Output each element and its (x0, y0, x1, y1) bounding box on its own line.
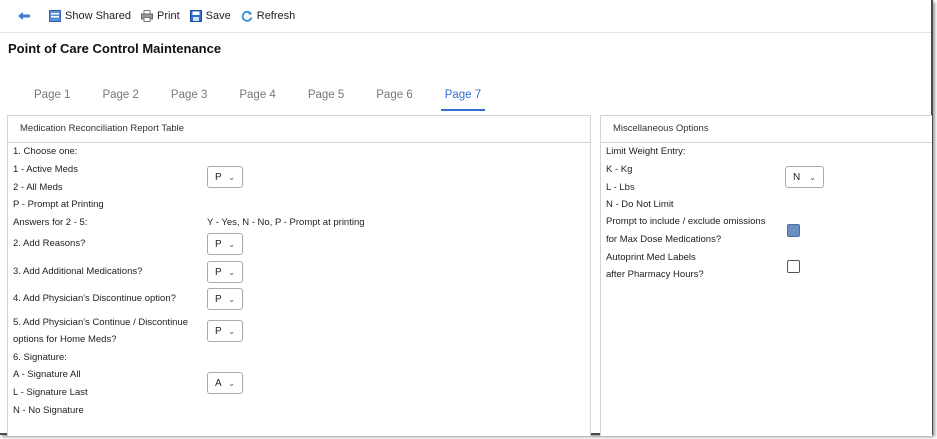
misc-options-panel: Miscellaneous Options Limit Weight Entry… (600, 115, 932, 436)
back-button[interactable] (18, 11, 35, 21)
shared-icon (49, 10, 61, 22)
answers-legend: Y - Yes, N - No, P - Prompt at printing (207, 217, 365, 228)
prompt-omissions-label-line1: Prompt to include / exclude omissions (606, 216, 766, 227)
toolbar: Show Shared Print Save Refresh (0, 0, 931, 33)
physician-discontinue-label: 4. Add Physician's Discontinue option? (13, 293, 176, 304)
signature-label: 6. Signature: (13, 352, 67, 363)
no-signature-option: N - No Signature (13, 405, 84, 416)
tab-page-1[interactable]: Page 1 (34, 89, 70, 107)
chevron-down-icon: ⌄ (228, 267, 235, 277)
add-additional-meds-label: 3. Add Additional Medications? (13, 266, 143, 277)
med-reconciliation-panel: Medication Reconciliation Report Table 1… (7, 115, 591, 436)
chevron-down-icon: ⌄ (228, 172, 235, 182)
tab-bar: Page 1 Page 2 Page 3 Page 4 Page 5 Page … (34, 89, 513, 111)
add-additional-meds-value: P (215, 266, 222, 278)
add-reasons-label: 2. Add Reasons? (13, 238, 86, 249)
printer-icon (141, 10, 154, 22)
chevron-down-icon: ⌄ (809, 172, 816, 182)
choose-one-label: 1. Choose one: (13, 146, 78, 157)
add-additional-meds-select[interactable]: P ⌄ (207, 261, 243, 283)
option-kg: K - Kg (606, 164, 633, 175)
signature-select[interactable]: A ⌄ (207, 372, 243, 394)
option-all-meds: 2 - All Meds (13, 182, 63, 193)
misc-options-panel-title: Miscellaneous Options (601, 116, 932, 143)
physician-discontinue-value: P (215, 293, 222, 305)
refresh-button[interactable]: Refresh (241, 10, 296, 22)
print-button[interactable]: Print (141, 10, 180, 22)
signature-value: A (215, 377, 222, 389)
show-shared-button[interactable]: Show Shared (49, 10, 131, 22)
physician-continue-label-line2: options for Home Meds? (13, 334, 117, 345)
option-no-limit: N - Do Not Limit (606, 199, 674, 210)
tab-page-7[interactable]: Page 7 (440, 89, 486, 111)
signature-last-option: L - Signature Last (13, 387, 88, 398)
tab-page-5[interactable]: Page 5 (308, 89, 344, 107)
chevron-down-icon: ⌄ (228, 239, 235, 249)
report-type-select[interactable]: P ⌄ (207, 166, 243, 188)
physician-continue-label-line1: 5. Add Physician's Continue / Discontinu… (13, 317, 189, 328)
autoprint-label-line1: Autoprint Med Labels (606, 252, 696, 263)
back-arrow-icon (18, 12, 30, 20)
autoprint-checkbox[interactable] (787, 260, 800, 273)
tab-page-3[interactable]: Page 3 (171, 89, 207, 107)
option-lbs: L - Lbs (606, 182, 635, 193)
floppy-disk-icon (189, 10, 202, 22)
prompt-omissions-checkbox[interactable] (787, 224, 800, 237)
limit-weight-value: N (793, 171, 801, 183)
chevron-down-icon: ⌄ (228, 326, 235, 336)
physician-continue-value: P (215, 325, 222, 337)
chevron-down-icon: ⌄ (228, 294, 235, 304)
page-title: Point of Care Control Maintenance (8, 41, 222, 56)
refresh-label: Refresh (256, 10, 296, 22)
save-button[interactable]: Save (189, 10, 231, 22)
refresh-icon (241, 10, 253, 22)
med-reconciliation-panel-title: Medication Reconciliation Report Table (8, 116, 590, 143)
tab-page-6[interactable]: Page 6 (376, 89, 412, 107)
add-reasons-select[interactable]: P ⌄ (207, 233, 243, 255)
show-shared-label: Show Shared (65, 10, 132, 22)
option-active-meds: 1 - Active Meds (13, 164, 78, 175)
signature-all-option: A - Signature All (13, 369, 81, 380)
save-label: Save (205, 10, 231, 22)
autoprint-label-line2: after Pharmacy Hours? (606, 269, 704, 280)
report-type-value: P (215, 171, 222, 183)
limit-weight-select[interactable]: N ⌄ (785, 166, 824, 188)
answers-label: Answers for 2 - 5: (13, 217, 88, 228)
physician-continue-select[interactable]: P ⌄ (207, 320, 243, 342)
physician-discontinue-select[interactable]: P ⌄ (207, 288, 243, 310)
tab-page-4[interactable]: Page 4 (239, 89, 275, 107)
prompt-omissions-label-line2: for Max Dose Medications? (606, 234, 722, 245)
tab-page-2[interactable]: Page 2 (102, 89, 138, 107)
option-prompt-printing: P - Prompt at Printing (13, 199, 104, 210)
chevron-down-icon: ⌄ (228, 378, 235, 388)
print-label: Print (157, 10, 180, 22)
add-reasons-value: P (215, 238, 222, 250)
limit-weight-label: Limit Weight Entry: (606, 146, 686, 157)
